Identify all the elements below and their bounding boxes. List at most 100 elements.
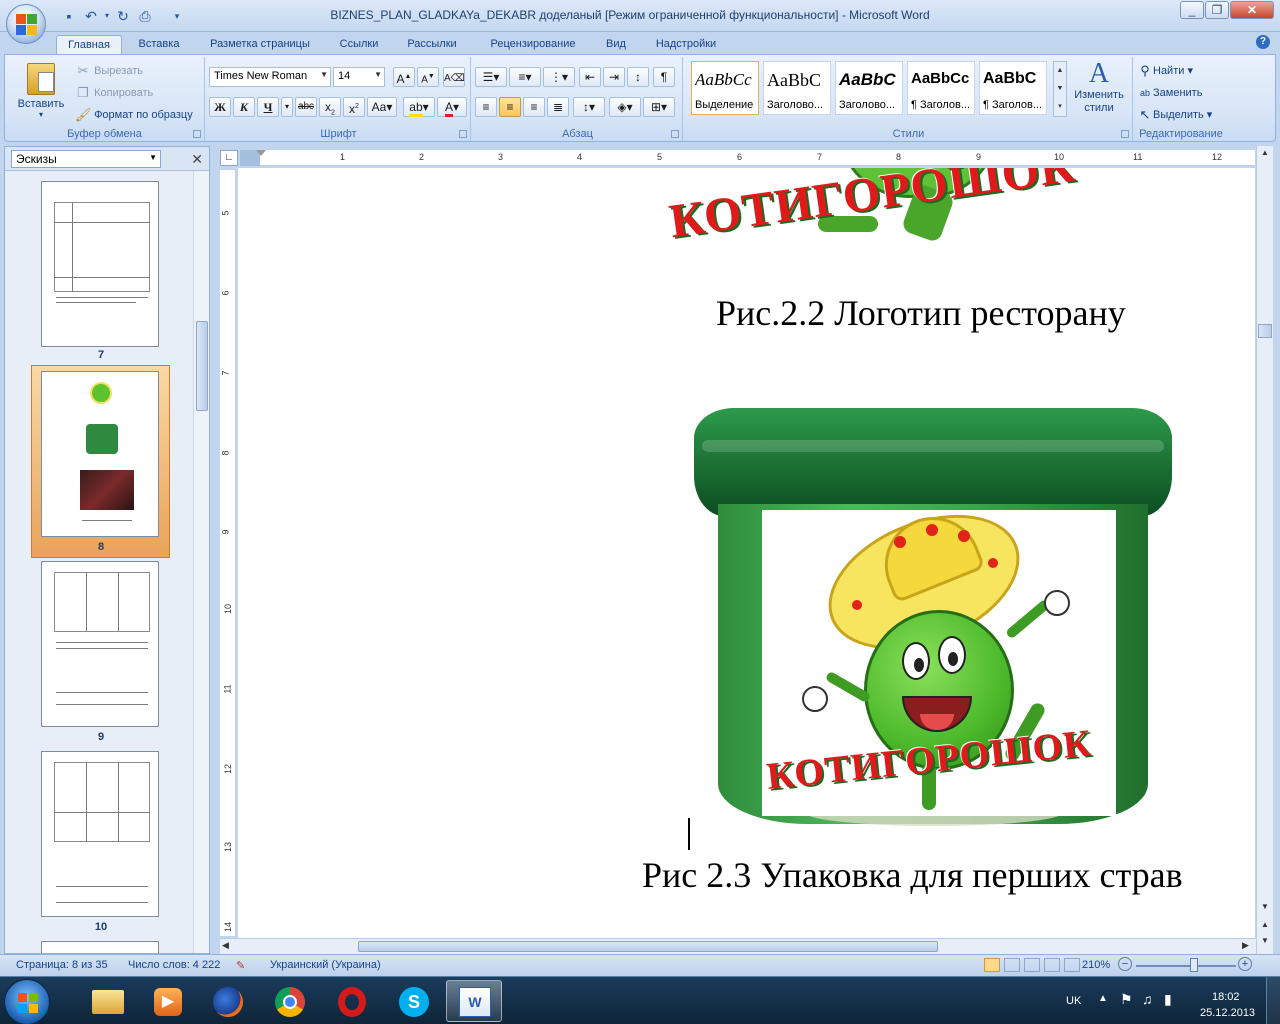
format-painter-button[interactable]: 🖌 Формат по образцу: [75, 107, 193, 123]
tab-mailings[interactable]: Рассылки: [398, 35, 466, 54]
media-player-taskbar-item[interactable]: ▶: [140, 980, 196, 1022]
volume-icon[interactable]: ♫: [1142, 991, 1153, 1007]
cut-button[interactable]: ✂ Вырезать: [75, 63, 143, 79]
vertical-ruler[interactable]: 5 6 7 8 9 10 11 12 13 14: [220, 170, 236, 936]
opera-taskbar-item[interactable]: [324, 980, 380, 1022]
print-layout-view-icon[interactable]: [984, 958, 1000, 972]
restore-button[interactable]: ❐: [1205, 1, 1229, 19]
font-name-combo[interactable]: Times New Roman ▼: [209, 67, 331, 87]
superscript-button[interactable]: x2: [343, 97, 365, 117]
spellcheck-icon[interactable]: ✎: [236, 959, 245, 972]
replace-button[interactable]: ab Заменить: [1137, 85, 1202, 101]
underline-dropdown-icon[interactable]: ▾: [281, 97, 293, 117]
font-size-combo[interactable]: 14 ▼: [333, 67, 385, 87]
sort-button[interactable]: ↕: [627, 67, 649, 87]
style-heading-2[interactable]: AaBbC Заголово...: [835, 61, 903, 115]
line-spacing-button[interactable]: ↕▾: [573, 97, 605, 117]
tab-add-ins[interactable]: Надстройки: [646, 35, 726, 54]
redo-icon[interactable]: ↻: [114, 7, 132, 25]
justify-button[interactable]: ≣: [547, 97, 569, 117]
font-color-button[interactable]: A▾: [437, 97, 467, 117]
word-count[interactable]: Число слов: 4 222: [128, 959, 220, 971]
language[interactable]: Украинский (Украина): [270, 959, 381, 971]
clock-date[interactable]: 25.12.2013: [1200, 1007, 1255, 1019]
font-launcher-icon[interactable]: [459, 130, 467, 138]
save-icon[interactable]: ▪: [60, 7, 78, 25]
thumbnail-page-9[interactable]: [41, 561, 159, 727]
styles-launcher-icon[interactable]: [1121, 130, 1129, 138]
find-button[interactable]: ⚲ Найти ▾: [1137, 63, 1193, 79]
align-center-button[interactable]: ≡: [499, 97, 521, 117]
tab-selector-icon[interactable]: ∟: [220, 150, 238, 166]
select-button[interactable]: ↖ Выделить ▾: [1137, 107, 1213, 123]
zoom-level[interactable]: 210%: [1082, 959, 1110, 971]
style-heading-4[interactable]: AaBbC ¶ Заголов...: [979, 61, 1047, 115]
keyboard-language[interactable]: UK: [1066, 995, 1081, 1007]
indent-marker-icon[interactable]: [256, 150, 266, 156]
print-icon[interactable]: ⎙: [136, 7, 154, 25]
page-count[interactable]: Страница: 8 из 35: [16, 959, 108, 971]
document-horizontal-scrollbar[interactable]: ◀ ▶: [220, 938, 1256, 954]
decrease-indent-button[interactable]: ⇤: [579, 67, 601, 87]
clipboard-launcher-icon[interactable]: [193, 130, 201, 138]
grow-font-button[interactable]: A▲: [393, 67, 415, 87]
scroll-down-icon[interactable]: ▼: [1258, 902, 1272, 916]
draft-view-icon[interactable]: [1064, 958, 1080, 972]
zoom-in-icon[interactable]: +: [1238, 957, 1252, 971]
borders-button[interactable]: ⊞▾: [643, 97, 675, 117]
thumbnail-page-8[interactable]: [41, 371, 159, 537]
tab-insert[interactable]: Вставка: [130, 35, 188, 54]
align-left-button[interactable]: ≡: [475, 97, 497, 117]
paste-button[interactable]: Вставить ▾: [11, 61, 71, 121]
web-layout-icon[interactable]: [1024, 958, 1040, 972]
horizontal-ruler[interactable]: 1 2 3 4 5 6 7 8 9 10 11 12: [240, 150, 1255, 166]
change-styles-button[interactable]: A Изменить стили: [1071, 59, 1127, 115]
close-button[interactable]: ✕: [1230, 1, 1274, 19]
start-button[interactable]: [4, 979, 50, 1024]
numbering-button[interactable]: ≡▾: [509, 67, 541, 87]
word-taskbar-item[interactable]: W: [446, 980, 502, 1022]
style-heading-3[interactable]: AaBbCc ¶ Заголов...: [907, 61, 975, 115]
highlight-button[interactable]: ab▾: [403, 97, 435, 117]
clear-formatting-button[interactable]: A⌫: [443, 67, 465, 87]
zoom-out-icon[interactable]: −: [1118, 957, 1132, 971]
style-heading-1[interactable]: AaBbC Заголово...: [763, 61, 831, 115]
paragraph-launcher-icon[interactable]: [671, 130, 679, 138]
style-emphasis[interactable]: AaBbCc Выделение: [691, 61, 759, 115]
document-page[interactable]: КОТИГОРОШОК Рис.2.2 Логотип ресторану КО…: [238, 168, 1255, 938]
network-icon[interactable]: ▮: [1164, 991, 1172, 1008]
tab-view[interactable]: Вид: [598, 35, 634, 54]
italic-button[interactable]: К: [233, 97, 255, 117]
customize-toolbar-icon[interactable]: ▾: [168, 7, 186, 25]
shading-button[interactable]: ◈▾: [609, 97, 641, 117]
show-desktop-button[interactable]: [1266, 977, 1280, 1024]
copy-button[interactable]: ❐ Копировать: [75, 85, 153, 101]
bullets-button[interactable]: ☰▾: [475, 67, 507, 87]
shrink-font-button[interactable]: A▼: [417, 67, 439, 87]
tab-home[interactable]: Главная: [56, 35, 122, 54]
scroll-left-icon[interactable]: ◀: [222, 940, 229, 951]
show-marks-button[interactable]: ¶: [653, 67, 675, 87]
show-hidden-icons-icon[interactable]: ▲: [1098, 993, 1108, 1004]
office-button[interactable]: [6, 4, 46, 44]
change-case-button[interactable]: Aa▾: [367, 97, 397, 117]
subscript-button[interactable]: x2: [319, 97, 341, 117]
tab-review[interactable]: Рецензирование: [478, 35, 588, 54]
zoom-slider-thumb[interactable]: [1190, 958, 1198, 972]
tab-references[interactable]: Ссылки: [332, 35, 386, 54]
increase-indent-button[interactable]: ⇥: [603, 67, 625, 87]
clock-time[interactable]: 18:02: [1212, 991, 1240, 1003]
minimize-button[interactable]: _: [1180, 1, 1204, 19]
scroll-up-icon[interactable]: ▲: [1258, 148, 1272, 162]
underline-button[interactable]: Ч: [257, 97, 279, 117]
skype-taskbar-item[interactable]: S: [386, 980, 442, 1022]
thumbnail-page-7[interactable]: [41, 181, 159, 347]
multilevel-list-button[interactable]: ⋮▾: [543, 67, 575, 87]
document-vertical-scrollbar[interactable]: ▲ ▼ ▲ ▼: [1256, 146, 1273, 954]
thumbnail-page-10[interactable]: [41, 751, 159, 917]
explorer-taskbar-item[interactable]: [80, 980, 136, 1022]
zoom-slider[interactable]: [1136, 965, 1236, 967]
bold-button[interactable]: Ж: [209, 97, 231, 117]
tab-page-layout[interactable]: Разметка страницы: [200, 35, 320, 54]
scroll-right-icon[interactable]: ▶: [1242, 940, 1249, 951]
